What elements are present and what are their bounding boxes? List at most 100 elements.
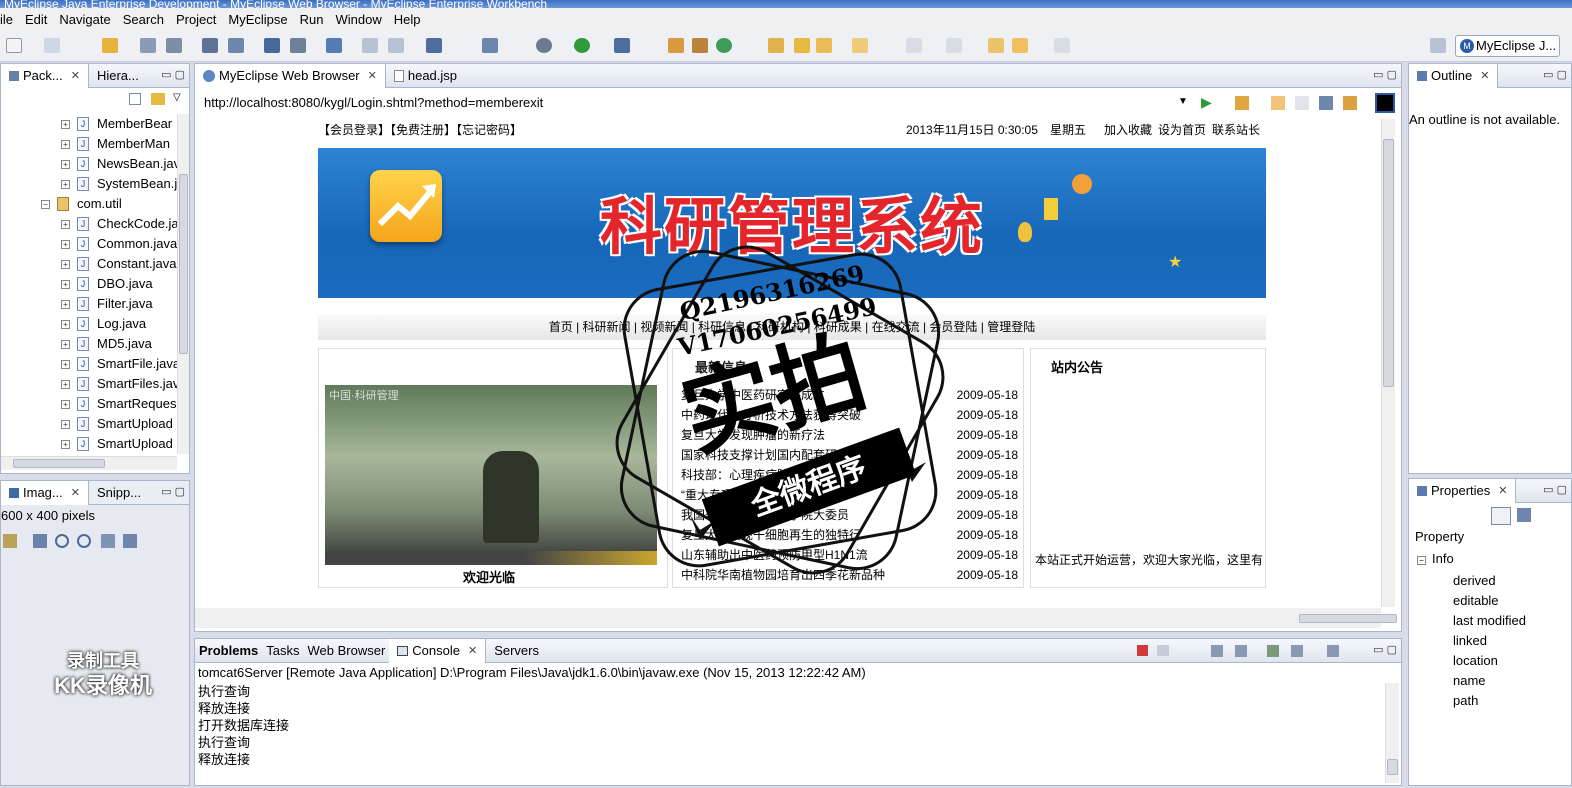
refresh-icon[interactable]: [1343, 96, 1357, 110]
url-input[interactable]: http://localhost:8080/kygl/Login.shtml?m…: [204, 95, 543, 110]
site-link-homepage[interactable]: 设为首页: [1158, 118, 1206, 142]
monitor-icon[interactable]: [290, 38, 306, 53]
expand-icon[interactable]: +: [61, 320, 70, 329]
package-icon[interactable]: [692, 38, 708, 53]
close-icon[interactable]: ✕: [71, 64, 80, 88]
expand-icon[interactable]: +: [61, 340, 70, 349]
expand-icon[interactable]: +: [61, 140, 70, 149]
tab-servers[interactable]: Servers: [486, 639, 547, 663]
expand-icon[interactable]: +: [61, 180, 70, 189]
news-item-title[interactable]: 复旦大学发现肿瘤的新疗法: [681, 425, 941, 445]
tree-item[interactable]: + J Filter.java: [1, 294, 177, 314]
tab-web-browser-view[interactable]: Web Browser: [303, 639, 389, 663]
browser-scroll-thumb[interactable]: [1383, 139, 1394, 387]
menu-run[interactable]: Run: [300, 12, 332, 27]
collapse-all-icon[interactable]: [129, 93, 141, 105]
news-item-title[interactable]: 我国著名学者当选科学院大委员: [681, 505, 941, 525]
expand-icon[interactable]: +: [61, 300, 70, 309]
browser-hscrollbar[interactable]: [195, 608, 1397, 628]
minimize-maximize-buttons[interactable]: ▭ ▢: [1373, 68, 1397, 81]
collapse-icon[interactable]: −: [41, 200, 50, 209]
site-login-links[interactable]: 【会员登录】【免费注册】【忘记密码】: [318, 118, 522, 142]
tree-item[interactable]: + J Constant.java: [1, 254, 177, 274]
new-icon[interactable]: [6, 38, 22, 53]
package-tree-scrollbar[interactable]: [177, 114, 189, 454]
console-scrollbar[interactable]: [1385, 683, 1399, 783]
news-item[interactable]: 我国著名学者当选科学院大委员 2009-05-18: [673, 505, 1018, 525]
debug-icon[interactable]: [536, 38, 552, 53]
forward-icon[interactable]: [1295, 96, 1309, 110]
web-project-icon[interactable]: [426, 38, 442, 53]
zoom-out-icon[interactable]: [55, 534, 69, 548]
tree-item[interactable]: + J MD5.java: [1, 334, 177, 354]
menu-file[interactable]: ile: [0, 12, 21, 27]
news-item-title[interactable]: “重大专项”项目启动: [681, 485, 941, 505]
close-icon[interactable]: ✕: [1480, 64, 1489, 88]
menu-edit[interactable]: Edit: [25, 12, 55, 27]
console-scroll-thumb[interactable]: [1387, 759, 1398, 775]
tab-properties[interactable]: Properties ✕: [1409, 478, 1517, 503]
search-icon[interactable]: [794, 38, 810, 53]
close-icon[interactable]: ✕: [1498, 479, 1507, 503]
last-edit-icon[interactable]: [988, 38, 1004, 53]
menu-window[interactable]: Window: [336, 12, 390, 27]
property-row[interactable]: linked: [1453, 631, 1571, 651]
news-item-title[interactable]: 科技部：心理疾病防治研究: [681, 465, 941, 485]
run-icon[interactable]: [574, 38, 590, 53]
tab-snippets[interactable]: Snipp...: [89, 481, 149, 505]
news-item-title[interactable]: 中药现代化分析技术方法获得突破: [681, 405, 941, 425]
property-row[interactable]: derived: [1453, 571, 1571, 591]
site-link-favorite[interactable]: 加入收藏: [1104, 118, 1152, 142]
property-row[interactable]: last modified: [1453, 611, 1571, 631]
back-icon[interactable]: [1271, 96, 1285, 110]
scroll-lock-icon[interactable]: [1235, 645, 1247, 657]
news-item[interactable]: 山东辅助出中医药预防甲型H1N1流 2009-05-18: [673, 545, 1018, 565]
nav-video-news[interactable]: 视频新闻: [640, 320, 688, 334]
link-editor-icon[interactable]: [151, 93, 165, 105]
tab-console[interactable]: Console ✕: [389, 638, 487, 663]
build-icon[interactable]: [202, 38, 218, 53]
browser-tools-icon[interactable]: [1235, 96, 1249, 110]
site-link-contact[interactable]: 联系站长: [1212, 118, 1260, 142]
tree-item[interactable]: + J SystemBean.j: [1, 174, 177, 194]
news-item-title[interactable]: 中科院华南植物园培育出四季花新品种: [681, 565, 941, 585]
terminate-icon[interactable]: [1137, 645, 1148, 656]
nav-home[interactable]: 首页: [549, 320, 573, 334]
open-type-icon[interactable]: [102, 38, 118, 53]
close-icon[interactable]: ✕: [468, 639, 477, 663]
news-item[interactable]: 中科院华南植物园培育出四季花新品种 2009-05-18: [673, 565, 1018, 585]
property-row[interactable]: name: [1453, 671, 1571, 691]
server-icon[interactable]: [264, 38, 280, 53]
expand-icon[interactable]: +: [61, 160, 70, 169]
property-row[interactable]: location: [1453, 651, 1571, 671]
expand-icon[interactable]: +: [61, 440, 70, 449]
image-fit-icon[interactable]: [3, 534, 17, 548]
browser-icon[interactable]: [326, 38, 342, 53]
nav-member-login[interactable]: 会员登陆: [929, 320, 977, 334]
nav-admin-login[interactable]: 管理登陆: [987, 320, 1035, 334]
news-item[interactable]: 科技部：心理疾病防治研究 2009-05-18: [673, 465, 1018, 485]
nav-research-results[interactable]: 科研成果: [814, 320, 862, 334]
external-tools-icon[interactable]: [614, 38, 630, 53]
expand-icon[interactable]: +: [61, 420, 70, 429]
expand-icon[interactable]: +: [61, 260, 70, 269]
news-item[interactable]: 复旦大学发现干细胞再生的独特行 2009-05-18: [673, 525, 1018, 545]
publish-icon[interactable]: [228, 38, 244, 53]
new-java-icon[interactable]: [668, 38, 684, 53]
tab-tasks[interactable]: Tasks: [262, 639, 303, 663]
news-item-title[interactable]: 复旦大学中医药研究院成立: [681, 385, 941, 405]
remove-launch-icon[interactable]: [1157, 645, 1169, 656]
show-advanced-icon[interactable]: [1517, 508, 1531, 522]
forward-icon[interactable]: [1054, 38, 1070, 53]
tree-item[interactable]: + J Log.java: [1, 314, 177, 334]
tab-problems[interactable]: Problems: [195, 639, 262, 663]
news-item-title[interactable]: 山东辅助出中医药预防甲型H1N1流: [681, 545, 941, 565]
open-perspective-icon[interactable]: [1430, 38, 1446, 53]
menu-search[interactable]: Search: [123, 12, 172, 27]
tree-item[interactable]: + J SmartUpload: [1, 434, 177, 454]
back-icon[interactable]: [1012, 38, 1028, 53]
task-icon[interactable]: [816, 38, 832, 53]
tab-outline[interactable]: Outline ✕: [1409, 63, 1499, 88]
tree-item[interactable]: + J Common.java: [1, 234, 177, 254]
tree-item[interactable]: + J DBO.java: [1, 274, 177, 294]
